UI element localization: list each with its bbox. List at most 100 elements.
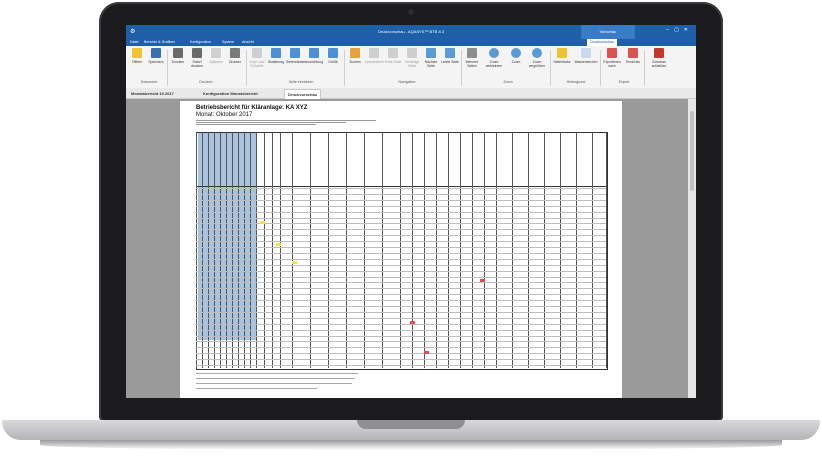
report-table: [196, 132, 608, 370]
table-row: [196, 312, 606, 313]
next-page-button[interactable]: Nächste Seite: [422, 48, 440, 68]
tab-datei[interactable]: Datei: [130, 39, 138, 46]
tab-berichte[interactable]: Berichte & Grafiken: [144, 39, 175, 46]
doctab-konfiguration[interactable]: Konfiguration Monatsbericht: [200, 89, 261, 98]
close-preview-button[interactable]: Vorschau schließen: [648, 48, 670, 68]
grid-column-line: [606, 132, 607, 368]
laptop-notch: [357, 420, 465, 429]
multiple-pages-button[interactable]: Mehrere Seiten: [463, 48, 481, 68]
email-button[interactable]: Email als: [624, 48, 642, 64]
table-row: [196, 271, 606, 272]
zoom-icon: [511, 48, 521, 58]
table-row: [196, 306, 606, 307]
bookmark-button[interactable]: Lesezeichen: [365, 48, 383, 64]
table-row: [196, 253, 606, 254]
ribbon: Öffnen Speichern Drucken Sofort drucken …: [126, 46, 696, 89]
orientation-icon: [309, 48, 319, 58]
ribbon-tabs: Datei Berichte & Grafiken Konfiguration …: [126, 39, 696, 46]
printer-icon: [230, 48, 240, 58]
first-page-button[interactable]: Erste Seite: [384, 48, 402, 64]
table-row: [196, 365, 606, 366]
print-icon: [173, 48, 183, 58]
grid-column-line: [256, 132, 257, 368]
table-row: [196, 223, 606, 224]
table-row: [196, 353, 606, 354]
footnote-line: [196, 373, 358, 374]
print-preview-area: Betriebsbericht für Kläranlage: KA XYZ M…: [126, 99, 688, 398]
grid-column-line: [310, 132, 311, 368]
grid-column-line: [232, 132, 233, 368]
doctab-monatsbericht[interactable]: Monatsbericht 10.2017: [128, 89, 177, 98]
grid-column-line: [280, 132, 281, 368]
quick-print-button[interactable]: Sofort drucken: [188, 48, 206, 68]
table-row: [196, 324, 606, 325]
options-icon: [211, 48, 221, 58]
export-icon: [607, 48, 617, 58]
zoom-button[interactable]: Zoom: [507, 48, 525, 64]
table-row: [196, 277, 606, 278]
grid-column-line: [208, 132, 209, 368]
print-button[interactable]: Drucken: [169, 48, 187, 64]
save-button[interactable]: Speichern: [147, 48, 165, 64]
table-row: [196, 241, 606, 242]
header-footer-button[interactable]: Kopf- und Fußzeile: [248, 48, 266, 68]
highlighted-cell: [410, 321, 415, 324]
tab-system[interactable]: System: [222, 39, 234, 46]
tab-ansicht[interactable]: Ansicht: [242, 39, 254, 46]
zoom-in-button[interactable]: Zoom vergrößern: [526, 48, 548, 68]
table-row: [196, 265, 606, 266]
group-label-dokument: Dokument: [134, 80, 164, 84]
grid-column-line: [512, 132, 513, 368]
quick-print-icon: [192, 48, 202, 58]
tab-konfiguration[interactable]: Konfiguration: [190, 39, 211, 46]
orientation-button[interactable]: Ausrichtung: [305, 48, 323, 64]
watermark-button[interactable]: Wasserzeichen: [574, 48, 598, 64]
highlighted-cell: [276, 243, 281, 246]
close-preview-icon: [654, 48, 664, 58]
doctab-druckvorschau[interactable]: Druckvorschau: [284, 89, 321, 99]
grid-column-line: [436, 132, 437, 368]
report-title-line: Betriebsbericht für Kläranlage: KA XYZ: [196, 105, 307, 112]
size-icon: [328, 48, 338, 58]
grid-column-line: [544, 132, 545, 368]
highlighted-cell: [292, 261, 297, 264]
table-row: [196, 330, 606, 331]
window-controls[interactable]: –▢✕: [666, 27, 693, 33]
header-footer-icon: [252, 48, 262, 58]
grid-column-line: [244, 132, 245, 368]
table-row: [196, 336, 606, 337]
table-row: [196, 200, 606, 201]
printer-button[interactable]: Drucker: [226, 48, 244, 64]
margins-button[interactable]: Seitenränder: [286, 48, 304, 64]
table-row: [196, 341, 606, 342]
size-button[interactable]: Größe: [324, 48, 342, 64]
last-page-button[interactable]: Letzte Seite: [441, 48, 459, 64]
table-row: [196, 318, 606, 319]
table-row: [196, 282, 606, 283]
table-row: [196, 206, 606, 207]
search-button[interactable]: Suchen: [346, 48, 364, 64]
grid-column-line: [220, 132, 221, 368]
table-row: [196, 235, 606, 236]
table-row: [196, 300, 606, 301]
open-button[interactable]: Öffnen: [128, 48, 146, 64]
vertical-scrollbar[interactable]: [688, 99, 696, 398]
grid-column-line: [250, 132, 251, 368]
highlighted-cell: [260, 221, 265, 224]
next-page-icon: [426, 48, 436, 58]
grid-column-line: [400, 132, 401, 368]
export-button[interactable]: Exportieren nach: [602, 48, 622, 68]
page-color-button[interactable]: Seitenfarbe: [552, 48, 572, 64]
options-button[interactable]: Optionen: [207, 48, 225, 64]
table-row: [196, 359, 606, 360]
scale-icon: [271, 48, 281, 58]
zoom-out-button[interactable]: Zoom verkleinern: [483, 48, 505, 68]
tab-druckvorschau[interactable]: Druckvorschau: [587, 39, 617, 46]
grid-column-line: [292, 132, 293, 368]
group-label-drucken: Drucken: [186, 80, 226, 84]
prev-page-button[interactable]: Vorherige Seite: [403, 48, 421, 68]
grid-column-line: [448, 132, 449, 368]
scrollbar-thumb[interactable]: [690, 111, 694, 191]
scale-button[interactable]: Skalierung: [267, 48, 285, 64]
watermark-icon: [581, 48, 591, 58]
